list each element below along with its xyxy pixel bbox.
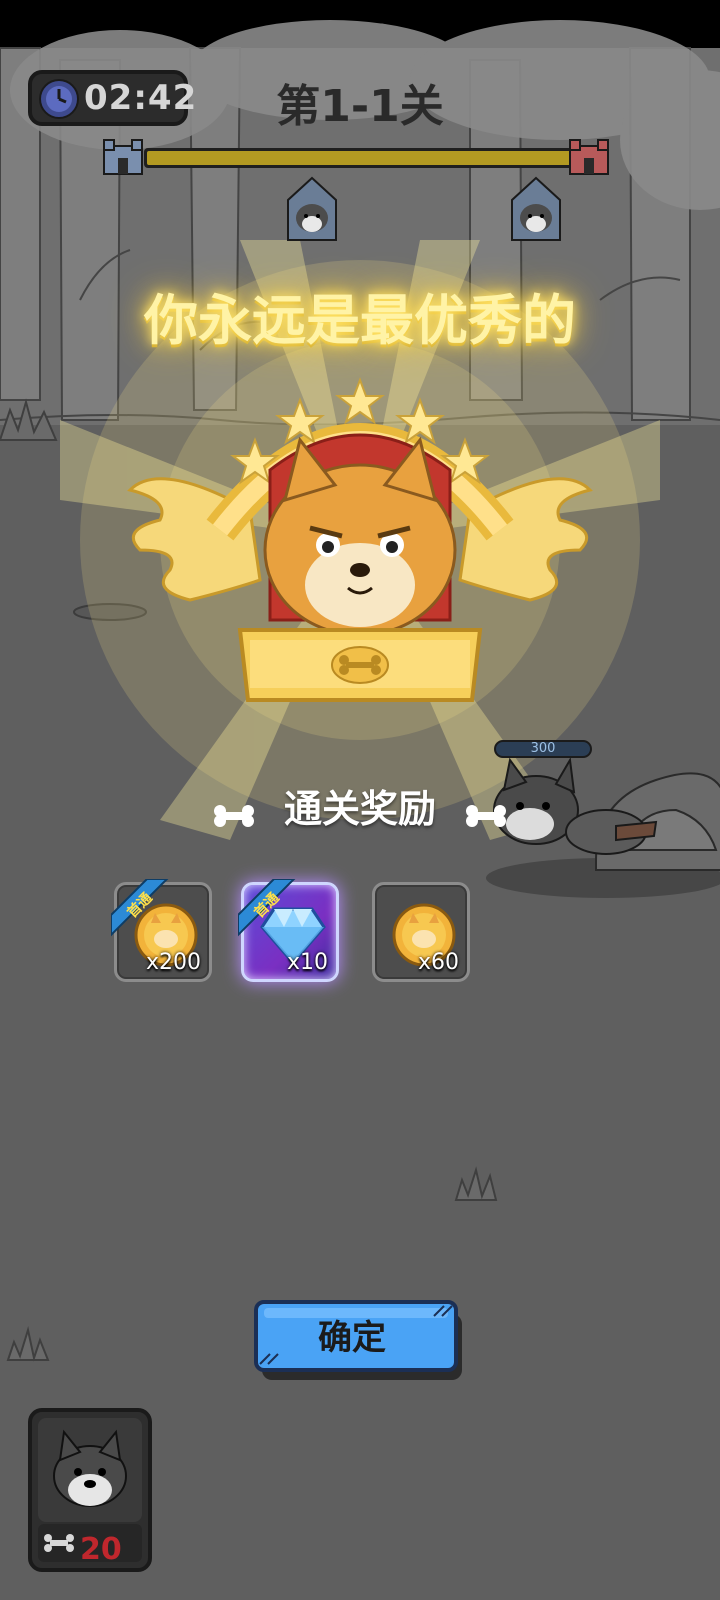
reward-item-diamonds[interactable]: 首通 x10 bbox=[238, 879, 339, 982]
enemy-castle-icon bbox=[569, 139, 609, 175]
home-castle-icon bbox=[103, 139, 143, 175]
reward-quantity: x60 bbox=[417, 950, 459, 975]
rewards-title: 通关奖励 bbox=[283, 787, 436, 831]
level-progress-fill bbox=[147, 151, 577, 165]
reward-item-gold-coins[interactable]: x60 bbox=[372, 882, 470, 982]
shiba-trophy-icon bbox=[127, 377, 593, 702]
confirm-button-label: 确定 bbox=[318, 1318, 386, 1358]
first-clear-tag-icon: 首通 bbox=[111, 879, 169, 937]
victory-slogan: 你永远是最优秀的 bbox=[144, 289, 576, 352]
confirm-button[interactable]: 确定 bbox=[252, 1298, 466, 1386]
bone-icon bbox=[466, 805, 506, 827]
wave-marker-icon bbox=[287, 176, 337, 241]
first-clear-tag-icon: 首通 bbox=[238, 879, 296, 937]
reward-item-gold-coins[interactable]: 首通 x200 bbox=[111, 879, 212, 982]
reward-quantity: x10 bbox=[286, 950, 328, 975]
unit-cost: 20 bbox=[80, 1532, 122, 1567]
level-title: 第1-1关 bbox=[276, 81, 444, 132]
unit-card-husky[interactable]: 20 bbox=[28, 1408, 152, 1572]
reward-quantity: x200 bbox=[145, 950, 201, 975]
level-progress-bar bbox=[144, 148, 580, 168]
wave-marker-icon bbox=[511, 176, 561, 241]
